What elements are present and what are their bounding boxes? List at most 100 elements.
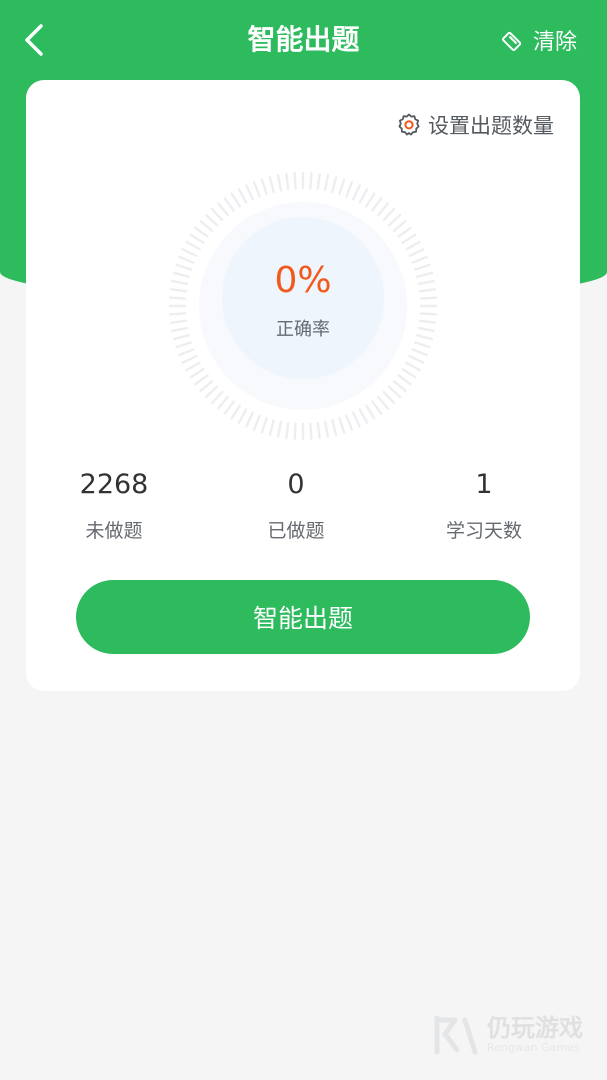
gauge-tick — [169, 288, 188, 293]
gauge-tick — [285, 172, 290, 191]
stat-undone-value: 2268 — [79, 469, 149, 500]
gauge-tick — [245, 184, 254, 201]
gauge-tick — [365, 192, 376, 208]
gauge-tick — [419, 312, 437, 316]
stat-study-days-value: 1 — [475, 469, 493, 500]
gauge-tick — [411, 348, 428, 357]
stat-undone-label: 未做题 — [85, 520, 143, 542]
gauge-tick — [323, 174, 330, 192]
eraser-icon — [501, 31, 522, 51]
gauge-tick — [387, 385, 402, 399]
gauge-tick — [237, 188, 248, 204]
gauge-tick — [331, 419, 338, 437]
gauge-tick — [169, 319, 188, 324]
gauge-tick — [276, 420, 283, 438]
gauge-tick — [382, 390, 396, 405]
gauge-tick — [365, 404, 376, 420]
gauge-tick — [217, 202, 229, 217]
gauge-tick — [252, 414, 261, 431]
gauge-tick — [418, 319, 437, 324]
gauge-tick — [185, 240, 201, 251]
gauge-tick — [345, 181, 354, 198]
gauge-tick — [268, 419, 275, 437]
gauge-tick — [210, 207, 224, 222]
gauge-tick — [194, 226, 209, 238]
gauge-tick — [237, 408, 248, 424]
gauge-tick — [401, 368, 417, 379]
gauge-tick — [414, 341, 431, 349]
gauge-tick — [416, 271, 434, 278]
gauge-tick — [199, 220, 214, 232]
accuracy-label: 正确率 — [276, 319, 330, 340]
gauge-tick — [392, 220, 407, 232]
gauge-tick — [419, 296, 437, 300]
gauge-tick — [293, 172, 297, 190]
gauge-tick — [194, 374, 209, 386]
start-smart-quiz-button[interactable]: 智能出题 — [76, 580, 530, 654]
stat-undone: 2268 未做题 — [39, 468, 189, 543]
gauge-tick — [185, 361, 201, 372]
gauge-tick — [189, 233, 205, 244]
set-question-count-button[interactable]: 设置出题数量 — [396, 110, 554, 140]
clear-label: 清除 — [532, 30, 577, 55]
gauge-tick — [377, 395, 389, 410]
gauge-tick — [172, 334, 190, 341]
gauge-tick — [345, 414, 354, 431]
gauge-tick — [223, 197, 235, 212]
gauge-tick — [230, 192, 241, 208]
gauge-tick — [285, 421, 290, 440]
gauge-tick — [204, 213, 219, 227]
gauge-tick — [178, 348, 195, 357]
gauge-tick — [204, 385, 219, 399]
gauge-tick — [245, 411, 254, 428]
watermark-subtitle: Rengwan Games — [487, 1041, 580, 1054]
stat-done-label: 已做题 — [267, 520, 325, 542]
gauge-tick — [181, 248, 198, 257]
gauge-tick — [338, 417, 346, 434]
gauge-tick — [387, 213, 402, 227]
watermark-name: 仍玩游戏 — [487, 1014, 583, 1042]
gauge-tick — [417, 326, 435, 333]
watermark: 仍玩游戏 Rengwan Games — [431, 1014, 583, 1056]
gauge-tick — [175, 341, 192, 349]
navigation-bar: 智能出题 清除 — [0, 0, 607, 80]
gauge-tick — [408, 355, 425, 364]
gauge-tick — [352, 411, 361, 428]
gauge-tick — [223, 400, 235, 415]
gauge-tick — [338, 178, 346, 195]
gauge-tick — [416, 334, 434, 341]
gauge-tick — [210, 390, 224, 405]
gauge-tick — [172, 271, 190, 278]
gauge-tick — [199, 380, 214, 392]
gauge-tick — [382, 207, 396, 222]
gauge-tick — [408, 248, 425, 257]
gauge-tick — [171, 326, 189, 333]
gauge-tick — [405, 240, 421, 251]
gauge-tick — [189, 368, 205, 379]
chevron-left-icon — [25, 24, 43, 56]
accuracy-gauge-center: 0% 正确率 — [222, 217, 384, 379]
gauge-tick — [169, 312, 187, 316]
gauge-tick — [377, 202, 389, 217]
gauge-tick — [418, 288, 437, 293]
stat-study-days-label: 学习天数 — [445, 520, 522, 542]
stat-study-days: 1 学习天数 — [409, 468, 559, 543]
set-question-count-label: 设置出题数量 — [428, 114, 554, 138]
watermark-logo-icon — [434, 1015, 478, 1055]
question-card: 设置出题数量 0% 正确率 2268 未做题 0 已做题 1 学习天数 智能出题 — [26, 80, 580, 691]
gear-icon — [398, 113, 420, 136]
gauge-tick — [417, 279, 435, 286]
gauge-tick — [316, 421, 321, 440]
gauge-tick — [171, 279, 189, 286]
gauge-tick — [323, 420, 330, 438]
gauge-tick — [260, 417, 268, 434]
gauge-tick — [309, 172, 313, 190]
stat-done-value: 0 — [287, 469, 305, 500]
gauge-tick — [181, 355, 198, 364]
accuracy-value: 0% — [274, 260, 332, 301]
gauge-tick — [401, 233, 417, 244]
back-button[interactable] — [14, 20, 54, 60]
gauge-tick — [352, 184, 361, 201]
clear-button[interactable]: 清除 — [501, 22, 577, 58]
gauge-tick — [397, 374, 412, 386]
